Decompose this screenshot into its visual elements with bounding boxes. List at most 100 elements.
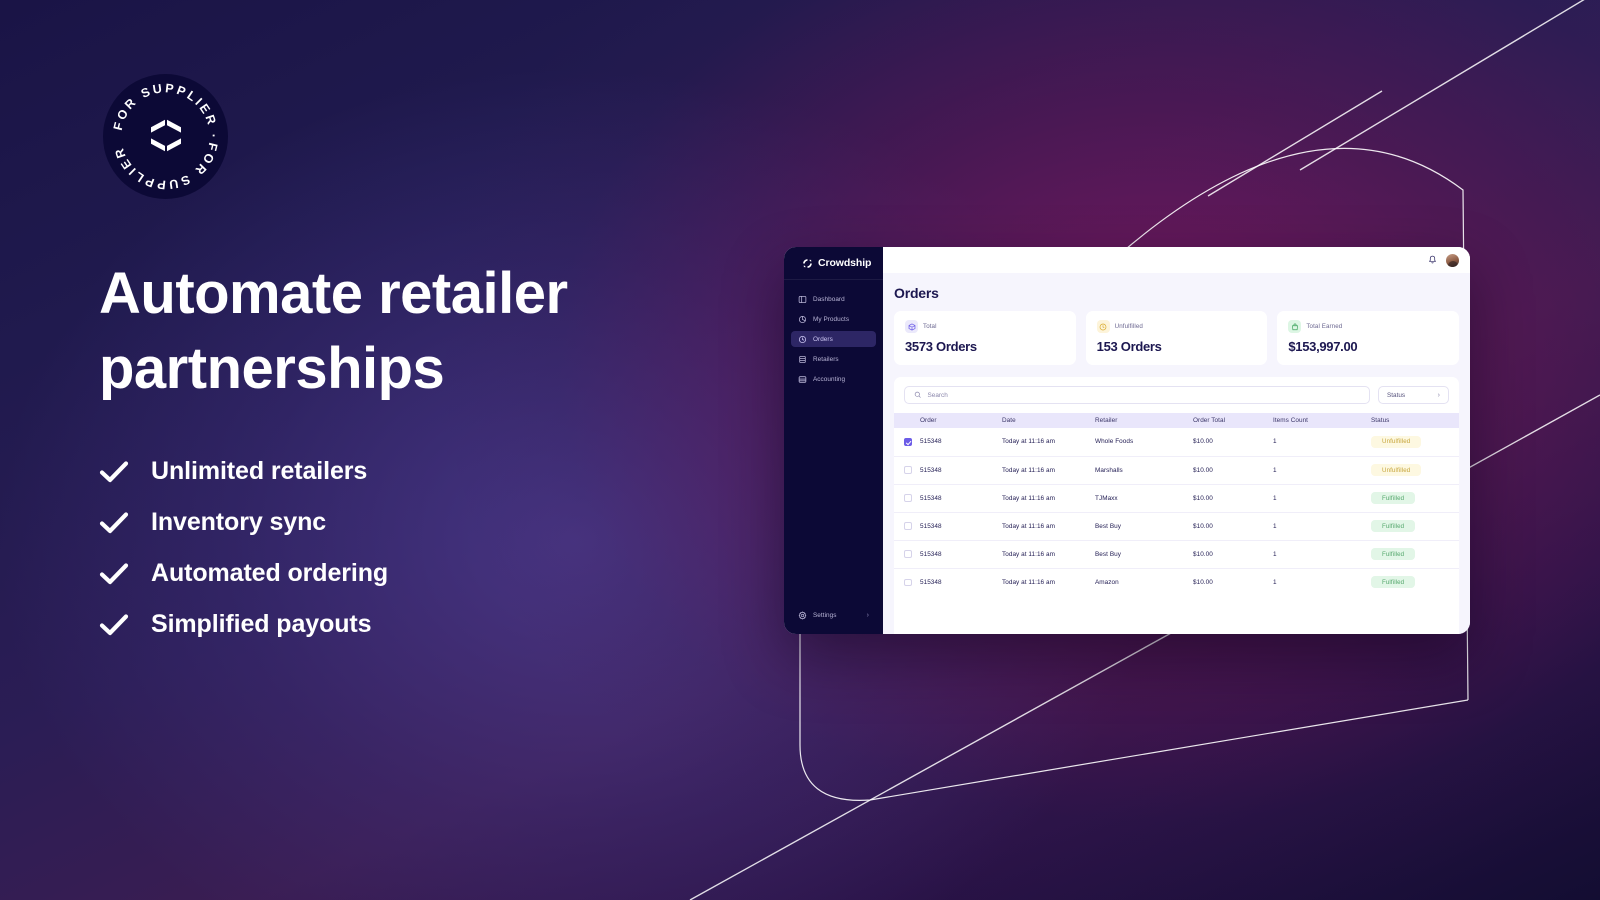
status-badge: Fulfilled [1371,520,1416,532]
row-checkbox[interactable] [904,438,912,446]
table-row[interactable]: 515348 Today at 11:16 am Whole Foods $10… [894,428,1459,457]
sidebar-item-label: Orders [813,335,833,343]
cell-retailer: Amazon [1095,578,1119,586]
cell-retailer: Whole Foods [1095,428,1193,457]
sidebar-item-label: Accounting [813,375,846,383]
check-icon [99,511,129,533]
cell-items: 1 [1273,456,1371,485]
cell-date: Today at 11:16 am [1002,578,1055,586]
table-row[interactable]: 515348 Today at 11:16 am Best Buy $10.00… [894,512,1459,541]
hexagon-logo-icon [150,119,181,151]
cell-retailer: Marshalls [1095,456,1193,485]
cell-date: Today at 11:16 am [1002,484,1095,513]
column-header-items-count[interactable]: Items Count [1273,413,1371,428]
search-input[interactable]: Search [904,386,1370,404]
select-all-header[interactable] [894,413,920,428]
check-icon [99,562,129,584]
clock-icon [1096,320,1110,333]
status-filter-label: Status [1387,391,1406,399]
cell-items: 1 [1273,484,1371,513]
cell-order: 515348 [920,456,1002,485]
table-row[interactable]: 515348 Today at 11:16 am TJMaxx $10.00 1… [894,484,1459,513]
stat-card-unfulfilled: Unfulfilled 153 Orders [1085,311,1268,365]
column-header-status[interactable]: Status [1371,413,1459,428]
sidebar-item-label: Settings [813,611,837,619]
feature-label: Simplified payouts [151,610,372,638]
feature-label: Inventory sync [151,508,327,536]
cell-items: 1 [1273,540,1371,569]
orders-table: Order Date Retailer Order Total Items Co… [894,413,1459,596]
orders-panel: Search Status › Order Date Retailer Orde… [894,377,1459,634]
cell-total: $10.00 [1193,428,1273,457]
stat-label: Total [923,323,937,330]
status-badge: Unfulfilled [1371,435,1422,448]
cell-items: 1 [1273,512,1371,541]
sidebar-item-orders[interactable]: Orders [791,331,876,347]
brand-logo[interactable]: Crowdship [784,247,883,280]
cell-order: 515348 [920,484,1002,513]
cell-items: 1 [1273,428,1371,457]
column-header-retailer[interactable]: Retailer [1095,413,1193,428]
app-content: Orders Total 3573 Orders Unfulfilled 153… [883,247,1470,634]
cell-order: 515348 [920,428,1002,457]
products-icon [798,315,807,323]
column-header-order[interactable]: Order [920,413,1002,428]
for-supplier-badge: FOR SUPPLIER · FOR SUPPLIER · [103,74,228,199]
avatar[interactable] [1445,252,1460,268]
crowdship-logo-icon [803,258,812,268]
status-badge: Fulfilled [1371,548,1416,560]
cell-total: $10.00 [1193,456,1273,485]
table-row[interactable]: 515348 Today at 11:16 am Best Buy $10.00… [894,540,1459,569]
sidebar-item-dashboard[interactable]: Dashboard [791,291,876,307]
cell-date: Today at 11:16 am [1002,428,1095,457]
sidebar-item-my-products[interactable]: My Products [791,311,876,327]
cell-total: $10.00 [1193,578,1213,586]
row-checkbox[interactable] [904,550,912,558]
cell-total: $10.00 [1193,512,1273,541]
stat-value: $153,997.00 [1288,339,1358,354]
accounting-icon [798,375,807,383]
row-checkbox[interactable] [904,522,912,530]
page-title: Automate retailer partnerships [99,261,568,402]
chevron-right-icon: › [866,611,869,619]
stat-label: Total Earned [1306,323,1343,330]
check-icon [99,460,129,482]
table-row[interactable]: 515348 Today at 11:16 am Amazon $10.00 1… [894,568,1459,596]
row-checkbox[interactable] [904,578,912,586]
gear-icon [798,610,807,620]
sidebar-item-retailers[interactable]: Retailers [791,351,876,367]
stat-cards: Total 3573 Orders Unfulfilled 153 Orders [883,311,1470,365]
status-filter-dropdown[interactable]: Status › [1378,386,1449,404]
cell-order: 515348 [920,540,1002,569]
feature-label: Automated ordering [151,559,389,587]
stat-value: 3573 Orders [905,339,977,354]
cell-items: 1 [1273,578,1277,586]
status-badge: Fulfilled [1371,492,1416,504]
sidebar-item-label: Dashboard [813,295,845,303]
column-header-date[interactable]: Date [1002,413,1095,428]
cell-retailer: Best Buy [1095,512,1193,541]
search-icon [914,392,921,399]
list-item: Simplified payouts [99,599,659,650]
app-topbar [883,247,1470,273]
cell-date: Today at 11:16 am [1002,512,1095,541]
cell-retailer: Best Buy [1095,540,1193,569]
column-header-order-total[interactable]: Order Total [1193,413,1273,428]
cell-date: Today at 11:16 am [1002,540,1095,569]
table-row[interactable]: 515348 Today at 11:16 am Marshalls $10.0… [894,456,1459,485]
search-placeholder: Search [927,391,948,399]
sidebar-item-label: My Products [813,315,850,323]
cell-retailer: TJMaxx [1095,484,1193,513]
chevron-right-icon: › [1437,391,1440,399]
feature-list: Unlimited retailers Inventory sync Autom… [99,446,659,650]
promo-banner: FOR SUPPLIER · FOR SUPPLIER · Automate r… [0,0,1600,900]
sidebar-item-settings[interactable]: Settings › [791,607,876,623]
sidebar-bottom: Settings › [784,607,883,634]
row-checkbox[interactable] [904,466,912,474]
bell-icon[interactable] [1428,255,1437,265]
row-checkbox[interactable] [904,494,912,502]
stat-label: Unfulfilled [1114,323,1143,330]
sidebar: Crowdship Dashboard My Products Orders R… [784,247,883,634]
cell-total: $10.00 [1193,540,1273,569]
sidebar-item-accounting[interactable]: Accounting [791,371,876,387]
